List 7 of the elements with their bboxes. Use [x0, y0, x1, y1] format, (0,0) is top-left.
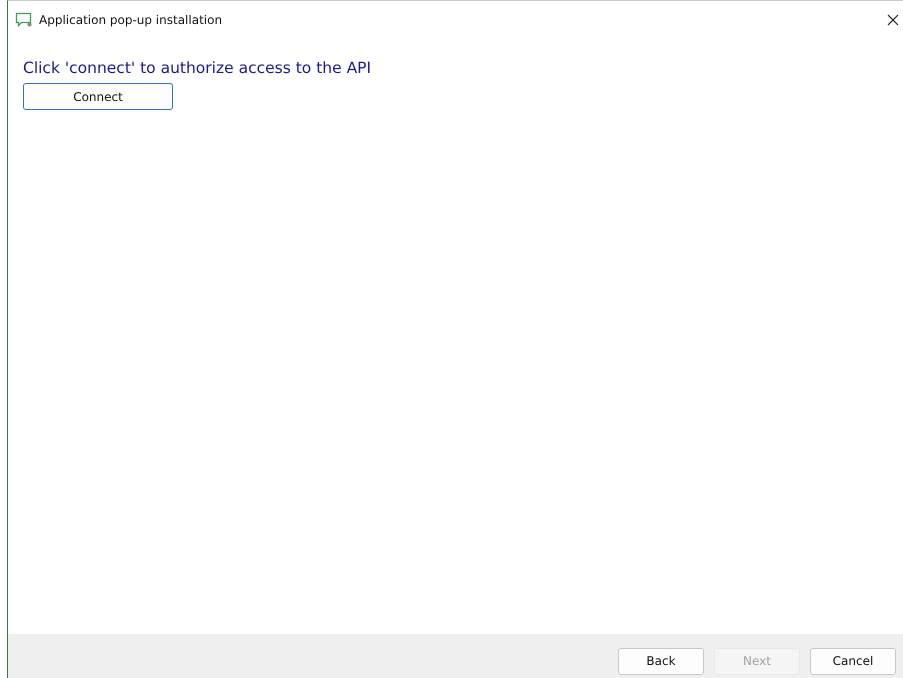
- connect-button[interactable]: Connect: [23, 83, 173, 110]
- chat-bubble-icon: [15, 12, 33, 28]
- instruction-text: Click 'connect' to authorize access to the API: [23, 59, 372, 77]
- cancel-button[interactable]: Cancel: [810, 648, 896, 674]
- close-icon[interactable]: [887, 14, 899, 26]
- back-button[interactable]: Back: [618, 648, 704, 674]
- window-title: Application pop-up installation: [39, 13, 222, 27]
